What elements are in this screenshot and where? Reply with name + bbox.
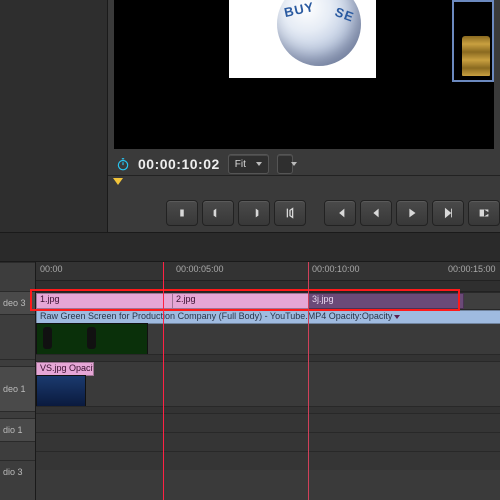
scrub-bar[interactable]	[36, 281, 500, 292]
ruler-tick: 00:00:10:00	[312, 264, 360, 274]
transport-controls	[108, 196, 500, 226]
track-header-video1[interactable]: deo 1	[0, 366, 35, 411]
track-audio2[interactable]	[36, 432, 500, 451]
clip-1jpg[interactable]: 1.jpg	[36, 293, 180, 309]
chevron-down-icon	[291, 162, 297, 166]
track-gap2	[36, 406, 500, 413]
step-back-button[interactable]	[360, 200, 392, 226]
ruler-tick: 00:00	[40, 264, 63, 274]
stopwatch-icon	[116, 157, 130, 171]
ruler-head-spacer	[0, 262, 35, 291]
clip-2jpg[interactable]: 2.jpg	[172, 293, 316, 309]
fit-dropdown[interactable]: Fit	[228, 154, 269, 174]
clip-thumbnail	[36, 323, 148, 355]
timecode-bar: 00:00:10:02 Fit	[114, 153, 494, 175]
track-header-video3[interactable]: deo 3	[0, 291, 35, 314]
go-to-in-button[interactable]	[238, 200, 270, 226]
track-video2[interactable]: Raw Green Screen for Production Company …	[36, 309, 500, 354]
track-audio1[interactable]	[36, 413, 500, 432]
panel-divider[interactable]	[0, 232, 500, 262]
track-header-spacer	[0, 359, 35, 366]
person-silhouette-icon	[43, 327, 52, 349]
track-header-audio2[interactable]	[0, 441, 35, 460]
mark-out-button[interactable]	[202, 200, 234, 226]
track-header-spacer2	[0, 411, 35, 418]
left-panel-edge	[0, 0, 108, 232]
timeline-panel: deo 3 deo 1 dio 1 dio 3 00:00 00:00:05:0…	[0, 262, 500, 500]
current-timecode[interactable]: 00:00:10:02	[138, 156, 220, 172]
track-audio3[interactable]	[36, 451, 500, 470]
track-gap	[36, 354, 500, 361]
play-button[interactable]	[396, 200, 428, 226]
clip-vsjpg[interactable]: VS.jpg Opacity:Opacity	[36, 362, 94, 376]
playhead-marker-icon[interactable]	[113, 178, 123, 185]
program-mini-timeline[interactable]	[108, 175, 500, 196]
clip-thumbnail-vs	[36, 375, 86, 407]
ruler-tick: 00:00:05:00	[176, 264, 224, 274]
chevron-down-icon	[256, 162, 262, 166]
program-monitor-panel: BUY SE 00:00:10:02 Fit	[108, 0, 500, 232]
coin-stack-graphic	[462, 36, 490, 76]
track-header-video2[interactable]	[0, 314, 35, 359]
step-forward-button[interactable]	[432, 200, 464, 226]
fit-label: Fit	[235, 159, 246, 170]
go-to-next-button[interactable]	[468, 200, 500, 226]
secondary-dropdown[interactable]	[277, 154, 293, 174]
spacer	[310, 200, 320, 226]
mark-in-button[interactable]	[166, 200, 198, 226]
preview-clip-globe: BUY SE	[229, 0, 376, 78]
ruler-tick: 00:00:15:00	[448, 264, 496, 274]
preview-clip-coins	[452, 0, 494, 82]
clip-3jpg[interactable]: 3j.jpg	[308, 293, 464, 309]
track-video1[interactable]: VS.jpg Opacity:Opacity	[36, 361, 500, 406]
tracks-area[interactable]: 00:00 00:00:05:00 00:00:10:00 00:00:15:0…	[36, 262, 500, 500]
track-header-audio1[interactable]: dio 1	[0, 418, 35, 441]
program-monitor-video[interactable]: BUY SE	[114, 0, 494, 149]
time-ruler[interactable]: 00:00 00:00:05:00 00:00:10:00 00:00:15:0…	[36, 262, 500, 281]
person-silhouette-icon	[87, 327, 96, 349]
track-header-audio3[interactable]: dio 3	[0, 460, 35, 483]
clip-greenscreen[interactable]: Raw Green Screen for Production Company …	[36, 310, 500, 324]
go-to-previous-button[interactable]	[324, 200, 356, 226]
opacity-dropdown-icon[interactable]	[394, 315, 400, 319]
go-to-out-button[interactable]	[274, 200, 306, 226]
track-headers: deo 3 deo 1 dio 1 dio 3	[0, 262, 36, 500]
track-video3[interactable]: 1.jpg 2.jpg 3j.jpg	[36, 292, 500, 309]
